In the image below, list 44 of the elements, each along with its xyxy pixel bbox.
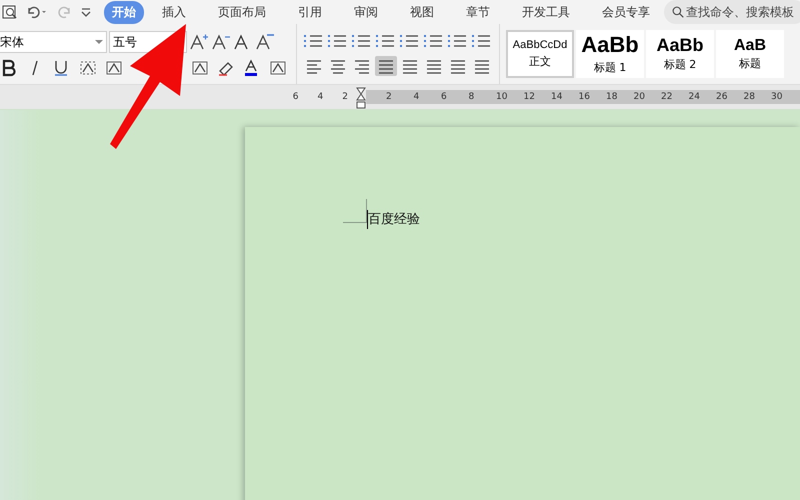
ruler-number: 12 [524,92,536,102]
justify-icon[interactable] [375,56,397,76]
ribbon-tab[interactable]: 章节 [458,0,498,24]
ruler-number: 26 [716,92,728,102]
ribbon-tab[interactable]: 引用 [290,0,330,24]
ruler-number: 20 [634,92,646,102]
ribbon-tab[interactable]: 开发工具 [514,0,578,24]
search-field[interactable]: 查找命令、搜索模板 [664,0,800,24]
indent-marker-icon[interactable] [356,87,366,109]
ribbon-tab[interactable]: 视图 [402,0,442,24]
ruler-number: 28 [744,92,756,102]
ruler-number: 30 [771,92,784,102]
search-icon [672,4,684,20]
ruler-number: 4 [414,92,420,102]
ruler-number: 6 [441,92,448,102]
ruler-number: 10 [496,92,508,102]
bullet-list-icon[interactable] [303,32,325,50]
ruler-number: 2 [386,92,393,102]
ribbon-tab[interactable]: 会员专享 [594,0,658,24]
font-family-field[interactable]: 宋体 [0,31,107,53]
ruler-number: 24 [688,92,701,102]
ribbon-tab[interactable]: 插入 [154,0,194,24]
increase-font-icon[interactable] [189,33,209,51]
decrease-font-icon[interactable] [211,33,231,51]
margin-corner-mark [343,199,367,223]
ruler-number: 6 [292,92,299,102]
print-preview-icon[interactable] [2,4,18,20]
undo-icon[interactable] [26,5,48,19]
ribbon-tab[interactable]: 页面布局 [210,0,274,24]
style-preset[interactable]: AaBbCcDd 正文 [506,30,574,78]
ribbon-tab[interactable]: 审阅 [346,0,386,24]
style-preset[interactable]: AaBb 标题 2 [646,30,714,78]
ruler-number: 4 [318,92,324,102]
style-preset[interactable]: AaBb 标题 1 [576,30,644,78]
ruler-number: 22 [661,92,674,102]
ruler-number: 18 [606,92,618,102]
ruler-number: 14 [551,92,564,102]
ruler-number: 8 [468,92,476,102]
ruler-number: 2 [342,92,348,102]
ruler-number: 16 [578,92,591,102]
dropdown-icon[interactable] [95,39,103,45]
customize-icon[interactable] [80,6,92,18]
document-text: 百度经验 [367,210,420,229]
style-preset[interactable]: AaB 标题 [716,30,784,78]
